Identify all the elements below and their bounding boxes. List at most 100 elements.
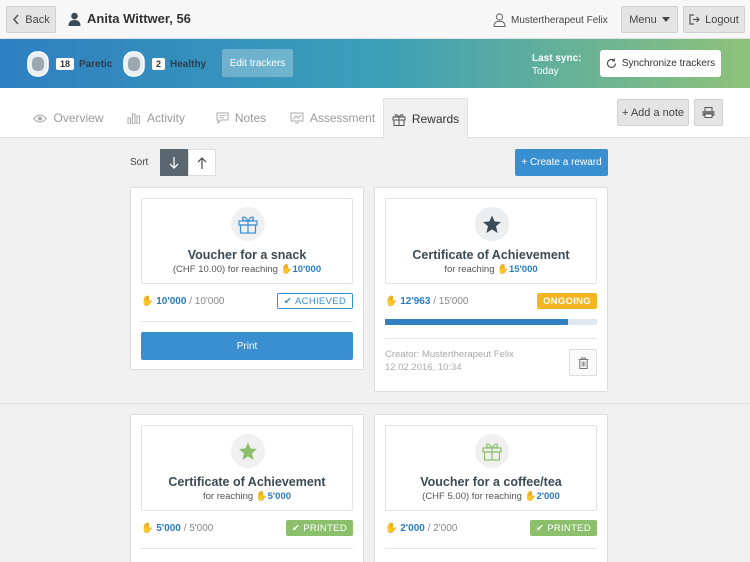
tab-rewards[interactable]: Rewards — [383, 98, 468, 139]
card-divider — [385, 338, 597, 339]
sort-ascending-button[interactable] — [188, 149, 216, 176]
created-date: 12.02.2016, 10:34 — [385, 362, 462, 373]
paretic-label: Paretic — [79, 58, 113, 70]
healthy-label: Healthy — [170, 58, 207, 70]
edit-trackers-button[interactable]: Edit trackers — [222, 49, 293, 77]
reward-title: Certificate of Achievement — [168, 475, 326, 489]
reward-title: Voucher for a snack — [187, 248, 307, 262]
tab-label: Rewards — [411, 112, 460, 126]
reward-card: Certificate of Achievement for reaching … — [130, 414, 364, 562]
tracker-healthy[interactable]: 2 Healthy — [121, 50, 206, 78]
steps-icon: ✋ — [255, 491, 268, 502]
reward-condition: for reaching — [202, 491, 254, 502]
reward-title: Voucher for a coffee/tea — [420, 475, 562, 489]
status-badge: ✔ PRINTED — [529, 520, 597, 536]
status-text: ONGOING — [542, 295, 591, 307]
printer-icon — [702, 107, 715, 118]
status-text: PRINTED — [303, 522, 347, 534]
reward-condition: (CHF 5.00) for reaching — [422, 491, 522, 502]
arrow-up-icon — [197, 156, 207, 169]
reward-card-summary: Certificate of Achievement for reaching … — [141, 425, 353, 511]
progress-current: 5'000 — [156, 523, 181, 534]
steps-icon: ✋ — [141, 296, 154, 307]
progress-bar-fill — [385, 319, 569, 325]
reward-subtitle: for reaching ✋5'000 — [142, 491, 352, 502]
reward-card-summary: Voucher for a snack (CHF 10.00) for reac… — [141, 198, 353, 284]
reward-target: 5'000 — [267, 491, 292, 502]
synchronize-trackers-button[interactable]: Synchronize trackers — [600, 50, 721, 77]
back-button[interactable]: Back — [6, 6, 56, 33]
menu-label: Menu — [629, 13, 657, 26]
trash-icon — [578, 357, 588, 369]
gift-icon — [392, 113, 406, 126]
user-outline-icon — [493, 13, 506, 27]
reward-progress: ✋ 12'963 / 15'000 — [385, 296, 468, 307]
sort-descending-button[interactable] — [160, 149, 188, 176]
reward-progress: ✋ 5'000 / 5'000 — [141, 523, 213, 534]
star-icon — [483, 215, 501, 233]
reward-card-summary: Voucher for a coffee/tea (CHF 5.00) for … — [385, 425, 597, 511]
print-button[interactable] — [694, 99, 723, 126]
reward-progress: ✋ 2'000 / 2'000 — [385, 523, 457, 534]
reward-target: 15'000 — [508, 264, 538, 275]
reward-condition: (CHF 10.00) for reaching — [172, 264, 278, 275]
tab-activity[interactable]: Activity — [113, 98, 199, 138]
last-sync-label: Last sync: — [532, 53, 582, 64]
last-sync: Last sync: Today — [532, 52, 581, 78]
reward-condition: for reaching — [444, 264, 495, 275]
steps-icon: ✋ — [141, 523, 154, 534]
print-reward-button[interactable]: Print — [141, 332, 353, 360]
bar-chart-icon — [127, 113, 140, 124]
caret-down-icon — [661, 17, 670, 22]
delete-reward-button[interactable] — [569, 349, 597, 376]
reward-icon-circle — [475, 434, 509, 468]
card-divider — [141, 548, 353, 549]
tab-overview[interactable]: Overview — [25, 98, 112, 138]
reward-icon-circle — [231, 207, 265, 241]
chevron-left-icon — [13, 14, 19, 25]
logout-icon — [689, 14, 701, 25]
reward-subtitle: (CHF 5.00) for reaching ✋2'000 — [386, 491, 596, 502]
arrow-down-icon — [169, 156, 179, 169]
patient-name: Anita Wittwer, 56 — [87, 11, 191, 26]
steps-icon: ✋ — [280, 264, 293, 275]
tab-label: Overview — [53, 111, 104, 125]
check-icon: ✔ — [535, 522, 545, 534]
back-label: Back — [25, 13, 50, 26]
healthy-count: 2 — [152, 58, 166, 70]
create-reward-button[interactable]: + Create a reward — [515, 149, 608, 176]
top-bar: Back Anita Wittwer, 56 Mustertherapeut F… — [0, 0, 750, 39]
logout-label: Logout — [705, 13, 739, 26]
monitor-chart-icon — [290, 112, 304, 124]
tab-notes[interactable]: Notes — [200, 98, 282, 138]
menu-button[interactable]: Menu — [621, 6, 678, 33]
sync-button-label: Synchronize trackers — [621, 58, 716, 69]
reward-card: Certificate of Achievement for reaching … — [374, 187, 608, 392]
status-badge: ✔ ACHIEVED — [276, 293, 353, 309]
tab-label: Assessment — [309, 111, 376, 125]
creator-name: Creator: Mustertherapeut Felix — [385, 349, 514, 360]
gift-icon — [482, 442, 502, 461]
therapist-name: Mustertherapeut Felix — [511, 14, 608, 26]
tab-assessment[interactable]: Assessment — [283, 98, 382, 138]
comment-icon — [216, 112, 229, 124]
star-icon — [239, 442, 257, 460]
status-badge: ONGOING — [536, 293, 597, 309]
add-note-button[interactable]: + Add a note — [617, 99, 689, 126]
reward-target: 10'000 — [292, 264, 322, 275]
logout-button[interactable]: Logout — [683, 6, 745, 33]
reward-icon-circle — [231, 434, 265, 468]
check-icon: ✔ — [283, 295, 293, 307]
tracker-device-icon — [123, 51, 145, 77]
patient-title: Anita Wittwer, 56 — [68, 11, 191, 26]
steps-icon: ✋ — [497, 264, 509, 275]
row-divider — [0, 403, 750, 404]
reward-subtitle: (CHF 10.00) for reaching ✋10'000 — [142, 264, 352, 275]
reward-card-summary: Certificate of Achievement for reaching … — [385, 198, 597, 284]
reward-card: Voucher for a snack (CHF 10.00) for reac… — [130, 187, 364, 370]
reward-title: Certificate of Achievement — [412, 248, 570, 262]
eye-icon — [33, 114, 48, 122]
reward-subtitle: for reaching ✋15'000 — [386, 264, 596, 275]
tracker-paretic[interactable]: 18 Paretic — [25, 50, 112, 78]
status-badge: ✔ PRINTED — [285, 520, 353, 536]
